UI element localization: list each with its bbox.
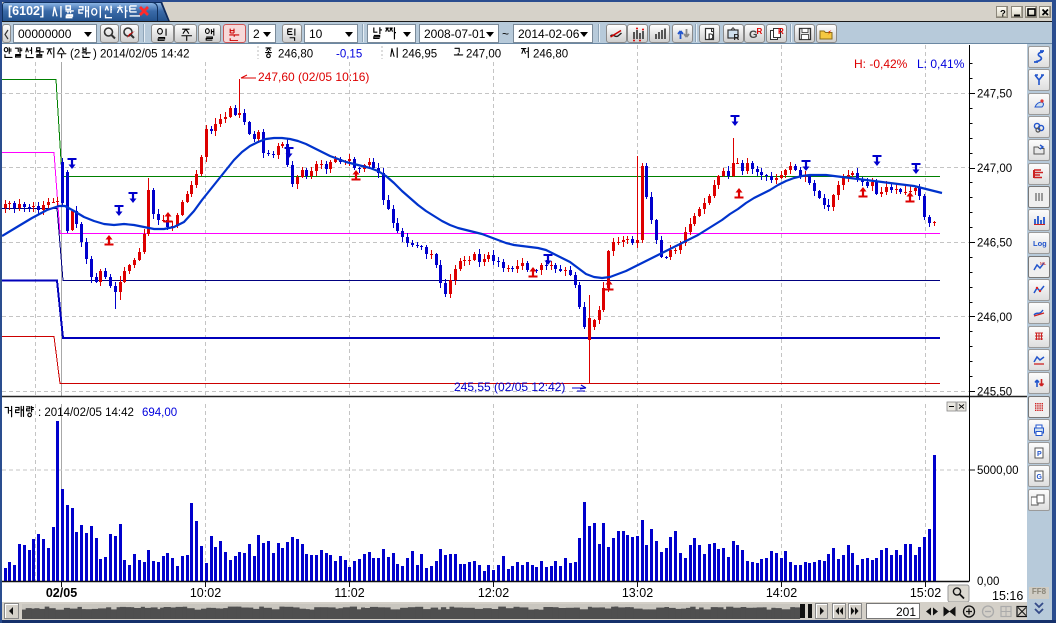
svg-text:11:02: 11:02 <box>334 586 364 600</box>
svg-text:ML: ML <box>1040 261 1047 266</box>
svg-text:Log: Log <box>1033 239 1047 248</box>
svg-text:12:02: 12:02 <box>478 586 509 600</box>
svg-text:R: R <box>734 33 740 42</box>
svg-text:246,80: 246,80 <box>278 49 313 61</box>
svg-text:247,00: 247,00 <box>466 49 501 61</box>
svg-text:L: 0,41%: L: 0,41% <box>917 57 965 71</box>
svg-text:) 2014/02/05 14:42: ) 2014/02/05 14:42 <box>93 49 190 61</box>
svg-text:R: R <box>756 27 762 36</box>
svg-text:G: G <box>1037 474 1043 481</box>
svg-text:5000,00: 5000,00 <box>977 465 1019 477</box>
svg-text:D: D <box>708 32 714 41</box>
svg-text:0,00: 0,00 <box>977 576 999 588</box>
svg-text:247,50: 247,50 <box>977 89 1012 101</box>
svg-text:?: ? <box>1000 9 1006 19</box>
svg-text:-0,15: -0,15 <box>336 49 362 61</box>
svg-text:247,60 (02/05 10:16): 247,60 (02/05 10:16) <box>258 70 369 84</box>
svg-text:247,00: 247,00 <box>977 163 1012 175</box>
svg-text:15:16: 15:16 <box>992 589 1023 602</box>
svg-text:: 2014/02/05 14:42: : 2014/02/05 14:42 <box>38 407 134 419</box>
svg-text:245,55 (02/05 12:42): 245,55 (02/05 12:42) <box>454 380 565 394</box>
svg-text:694,00: 694,00 <box>142 407 177 419</box>
svg-text:10:02: 10:02 <box>190 586 221 600</box>
svg-text:02/05: 02/05 <box>46 586 77 600</box>
svg-text:14:02: 14:02 <box>766 586 797 600</box>
svg-text:246,50: 246,50 <box>977 238 1012 250</box>
svg-text:R: R <box>778 27 784 36</box>
svg-text:246,95: 246,95 <box>402 49 437 61</box>
svg-text:(2: (2 <box>70 49 80 61</box>
svg-text:246,80: 246,80 <box>533 49 568 61</box>
svg-text:P: P <box>1037 451 1042 458</box>
svg-text:H: -0,42%: H: -0,42% <box>854 57 908 71</box>
svg-text:13:02: 13:02 <box>622 586 653 600</box>
svg-text:246,00: 246,00 <box>977 312 1012 324</box>
svg-text:15:02: 15:02 <box>910 586 941 600</box>
svg-text:245,50: 245,50 <box>977 387 1012 399</box>
